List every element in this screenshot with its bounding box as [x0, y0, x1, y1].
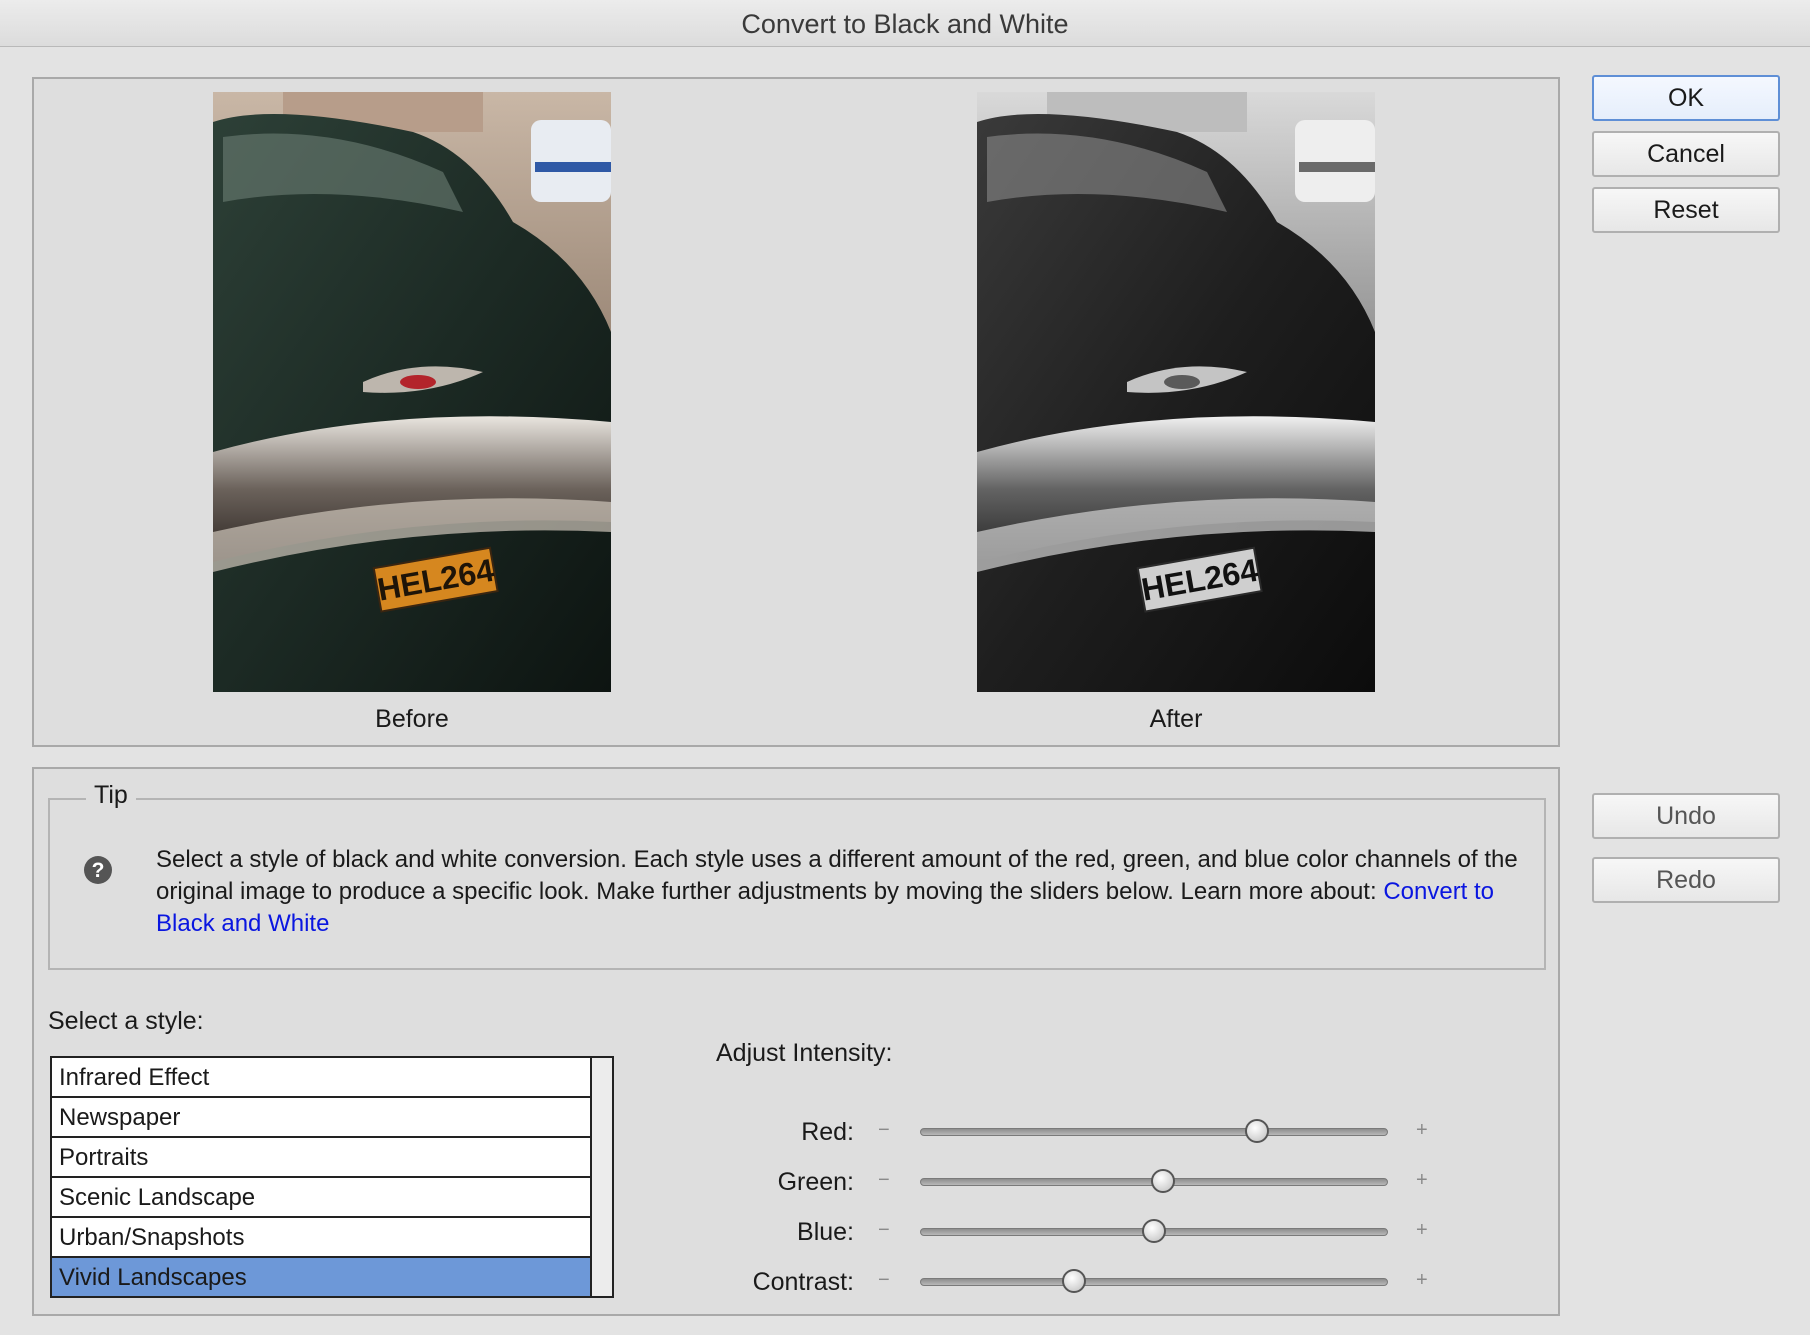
- minus-icon: −: [878, 1169, 890, 1191]
- plus-icon: +: [1416, 1269, 1428, 1291]
- slider-track[interactable]: [920, 1278, 1388, 1286]
- style-items: Infrared Effect Newspaper Portraits Scenic …: [52, 1058, 592, 1296]
- slider-row: Green: − +: [716, 1162, 1436, 1202]
- style-list[interactable]: Infrared Effect Newspaper Portraits Scenic …: [50, 1056, 614, 1298]
- slider-label: Red:: [801, 1118, 854, 1146]
- tip-body: Select a style of black and white conver…: [156, 846, 1518, 905]
- cancel-button[interactable]: Cancel: [1592, 131, 1780, 177]
- before-image: HEL264: [213, 92, 611, 692]
- slider-thumb[interactable]: [1062, 1269, 1087, 1293]
- minus-icon: −: [878, 1119, 890, 1141]
- tip-title: Tip: [86, 781, 136, 810]
- style-item[interactable]: Urban/Snapshots: [52, 1218, 592, 1258]
- style-item[interactable]: Portraits: [52, 1138, 592, 1178]
- plus-icon: +: [1416, 1169, 1428, 1191]
- style-item[interactable]: Vivid Landscapes: [52, 1258, 592, 1296]
- style-list-label: Select a style:: [48, 1007, 204, 1035]
- slider-label: Blue:: [797, 1218, 854, 1246]
- slider-thumb[interactable]: [1244, 1119, 1269, 1143]
- slider-label: Green:: [777, 1168, 854, 1196]
- after-label: After: [1149, 705, 1203, 733]
- slider-row: Red: − +: [716, 1112, 1436, 1152]
- slider-track[interactable]: [920, 1128, 1388, 1136]
- question-icon: ?: [84, 856, 112, 884]
- style-list-scrollbar[interactable]: [590, 1058, 612, 1296]
- plus-icon: +: [1416, 1119, 1428, 1141]
- undo-button[interactable]: Undo: [1592, 793, 1780, 839]
- slider-row: Contrast: − +: [716, 1262, 1436, 1302]
- slider-label: Contrast:: [752, 1268, 854, 1296]
- before-label: Before: [375, 705, 449, 733]
- style-item[interactable]: Newspaper: [52, 1098, 592, 1138]
- style-item[interactable]: Scenic Landscape: [52, 1178, 592, 1218]
- tip-box: Tip ? Select a style of black and white …: [48, 781, 1546, 970]
- window-title: Convert to Black and White: [0, 0, 1810, 47]
- minus-icon: −: [878, 1269, 890, 1291]
- minus-icon: −: [878, 1219, 890, 1241]
- ok-button[interactable]: OK: [1592, 75, 1780, 121]
- reset-button[interactable]: Reset: [1592, 187, 1780, 233]
- slider-thumb[interactable]: [1151, 1169, 1176, 1193]
- redo-button[interactable]: Redo: [1592, 857, 1780, 903]
- slider-row: Blue: − +: [716, 1212, 1436, 1252]
- settings-panel: Tip ? Select a style of black and white …: [32, 767, 1560, 1316]
- tip-text: Select a style of black and white conver…: [156, 844, 1526, 940]
- style-item[interactable]: Infrared Effect: [52, 1058, 592, 1098]
- preview-panel: HEL264 HEL264 Before After: [32, 77, 1560, 747]
- slider-thumb[interactable]: [1142, 1219, 1166, 1243]
- after-image: HEL264: [977, 92, 1375, 692]
- adjust-intensity-label: Adjust Intensity:: [716, 1039, 893, 1067]
- plus-icon: +: [1416, 1219, 1428, 1241]
